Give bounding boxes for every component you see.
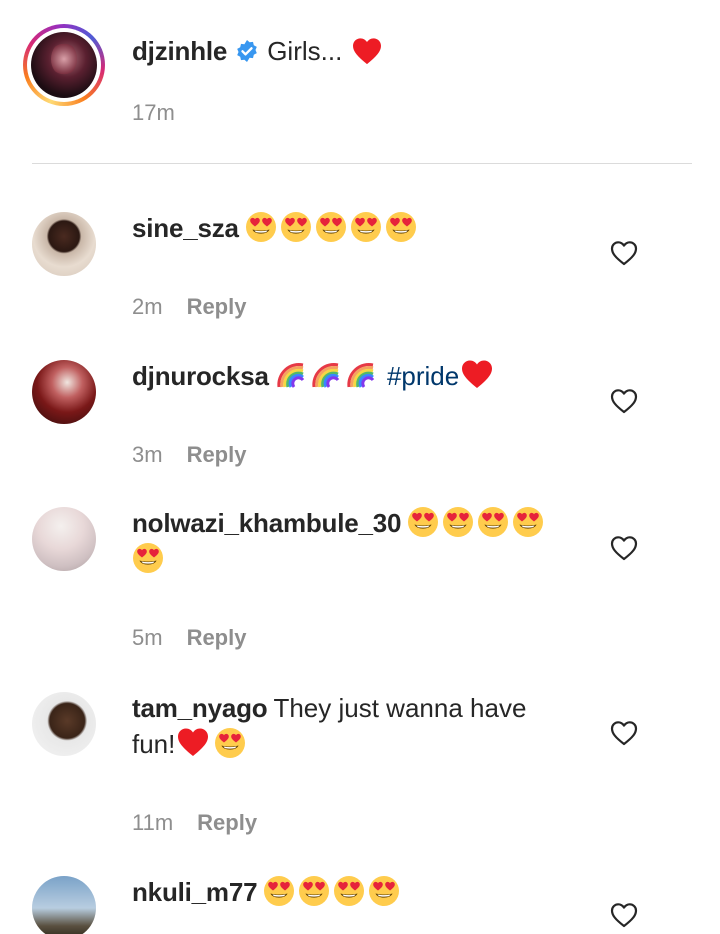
comment-timestamp: 3m — [132, 442, 163, 467]
comment-body: nolwazi_khambule_30 — [132, 505, 572, 577]
reply-button[interactable]: Reply — [187, 625, 247, 651]
red-heart-emoji-icon — [178, 728, 209, 756]
comment-username[interactable]: djnurocksa — [132, 361, 269, 391]
red-heart-icon — [353, 38, 382, 65]
heart-eyes-emoji-icon — [264, 876, 295, 906]
comment-meta: 3m Reply — [132, 442, 246, 468]
heart-eyes-emoji-icon — [315, 212, 346, 242]
heart-eyes-emoji-icon — [133, 543, 163, 573]
reply-button[interactable]: Reply — [197, 810, 257, 836]
avatar[interactable] — [32, 212, 96, 276]
rainbow-emoji-icon — [277, 363, 304, 388]
heart-eyes-emoji-icon — [513, 507, 544, 537]
avatar[interactable] — [32, 692, 96, 756]
avatar[interactable] — [32, 507, 96, 571]
rainbow-emoji-icon — [347, 363, 374, 388]
comment-body: nkuli_m77 — [132, 874, 572, 910]
comment-body: sine_sza — [132, 210, 572, 246]
heart-eyes-emoji-icon — [369, 876, 400, 906]
heart-eyes-emoji-icon — [385, 212, 416, 242]
avatar[interactable] — [32, 876, 96, 934]
divider — [32, 163, 692, 164]
comment-meta: 11m Reply — [132, 810, 257, 836]
comment-username[interactable]: nolwazi_khambule_30 — [132, 508, 402, 538]
verified-badge-icon — [237, 40, 257, 62]
heart-eyes-emoji-icon — [478, 507, 509, 537]
avatar[interactable] — [31, 32, 97, 98]
heart-eyes-emoji-icon — [245, 212, 276, 242]
heart-eyes-emoji-icon — [350, 212, 381, 242]
story-ring[interactable] — [23, 24, 105, 106]
comment-timestamp: 5m — [132, 625, 163, 650]
like-heart-icon[interactable] — [610, 535, 638, 561]
rainbow-emoji-icon — [312, 363, 339, 388]
post-caption: djzinhle Girls... 17m — [0, 0, 720, 165]
comment-timestamp: 2m — [132, 294, 163, 319]
like-heart-icon[interactable] — [610, 388, 638, 414]
comment-body: djnurocksa #pride — [132, 358, 572, 394]
heart-eyes-emoji-icon — [299, 876, 330, 906]
comment-username[interactable]: sine_sza — [132, 213, 239, 243]
comment-body: tam_nyago They just wanna have fun! — [132, 690, 572, 762]
heart-eyes-emoji-icon — [334, 876, 365, 906]
caption-text: Girls... — [267, 35, 343, 66]
avatar[interactable] — [32, 360, 96, 424]
heart-eyes-emoji-icon — [408, 507, 439, 537]
caption-username[interactable]: djzinhle — [132, 36, 227, 67]
reply-button[interactable]: Reply — [187, 294, 247, 320]
comment-username[interactable]: nkuli_m77 — [132, 877, 258, 907]
heart-eyes-emoji-icon — [280, 212, 311, 242]
comment-username[interactable]: tam_nyago — [132, 693, 268, 723]
like-heart-icon[interactable] — [610, 240, 638, 266]
comment-meta: 5m Reply — [132, 625, 246, 651]
like-heart-icon[interactable] — [610, 720, 638, 746]
hashtag-link[interactable]: #pride — [380, 361, 459, 391]
heart-eyes-emoji-icon — [215, 728, 246, 758]
red-heart-emoji-icon — [462, 360, 493, 388]
like-heart-icon[interactable] — [610, 902, 638, 928]
caption-line: djzinhle Girls... — [132, 32, 382, 70]
comment-timestamp: 11m — [132, 810, 174, 835]
caption-timestamp: 17m — [132, 100, 175, 125]
reply-button[interactable]: Reply — [187, 442, 247, 468]
heart-eyes-emoji-icon — [443, 507, 474, 537]
comment-meta: 2m Reply — [132, 294, 246, 320]
